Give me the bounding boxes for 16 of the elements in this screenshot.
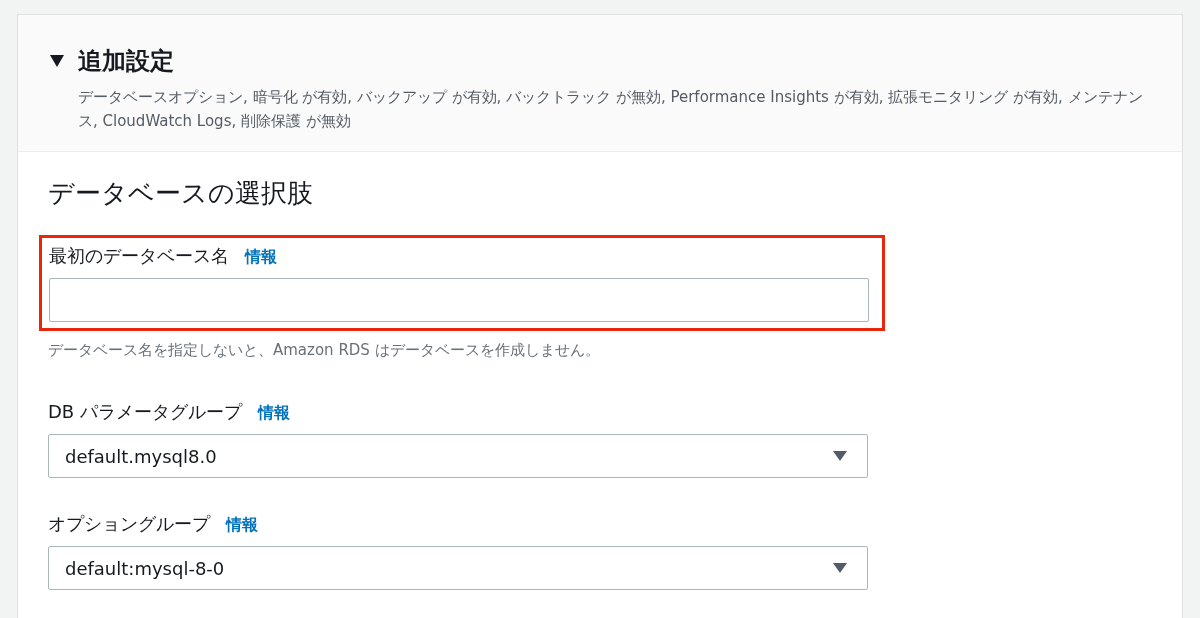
info-link[interactable]: 情報	[245, 247, 277, 268]
info-link[interactable]: 情報	[226, 515, 258, 536]
field-label: DB パラメータグループ	[48, 400, 242, 424]
dropdown-caret-icon	[833, 451, 847, 461]
text-input-field[interactable]	[49, 278, 869, 322]
info-link[interactable]: 情報	[257, 403, 290, 424]
field-help-text: データベース名を指定しないと、Amazon RDS はデータベースを作成しません。	[48, 341, 601, 360]
select-dropdown[interactable]: default.mysql8.0	[48, 434, 868, 478]
dropdown-caret-icon	[833, 563, 847, 573]
section-title[interactable]: 追加設定	[78, 45, 174, 77]
expand-triangle-icon[interactable]	[50, 55, 64, 67]
field-label: 最初のデータベース名	[49, 244, 229, 268]
section-summary: データベースオプション, 暗号化 が有効, バックアップ が有効, バックトラック が無効, Performance Insights が有効, 拡張モニタリング が有効, メンテナンス, CloudWatch Logs, 削除保護 が無効	[78, 87, 1144, 132]
field-label: オプショングループ	[48, 512, 210, 536]
group-heading: データベースの選択肢	[48, 177, 314, 210]
select-dropdown[interactable]: default:mysql-8-0	[48, 546, 868, 590]
